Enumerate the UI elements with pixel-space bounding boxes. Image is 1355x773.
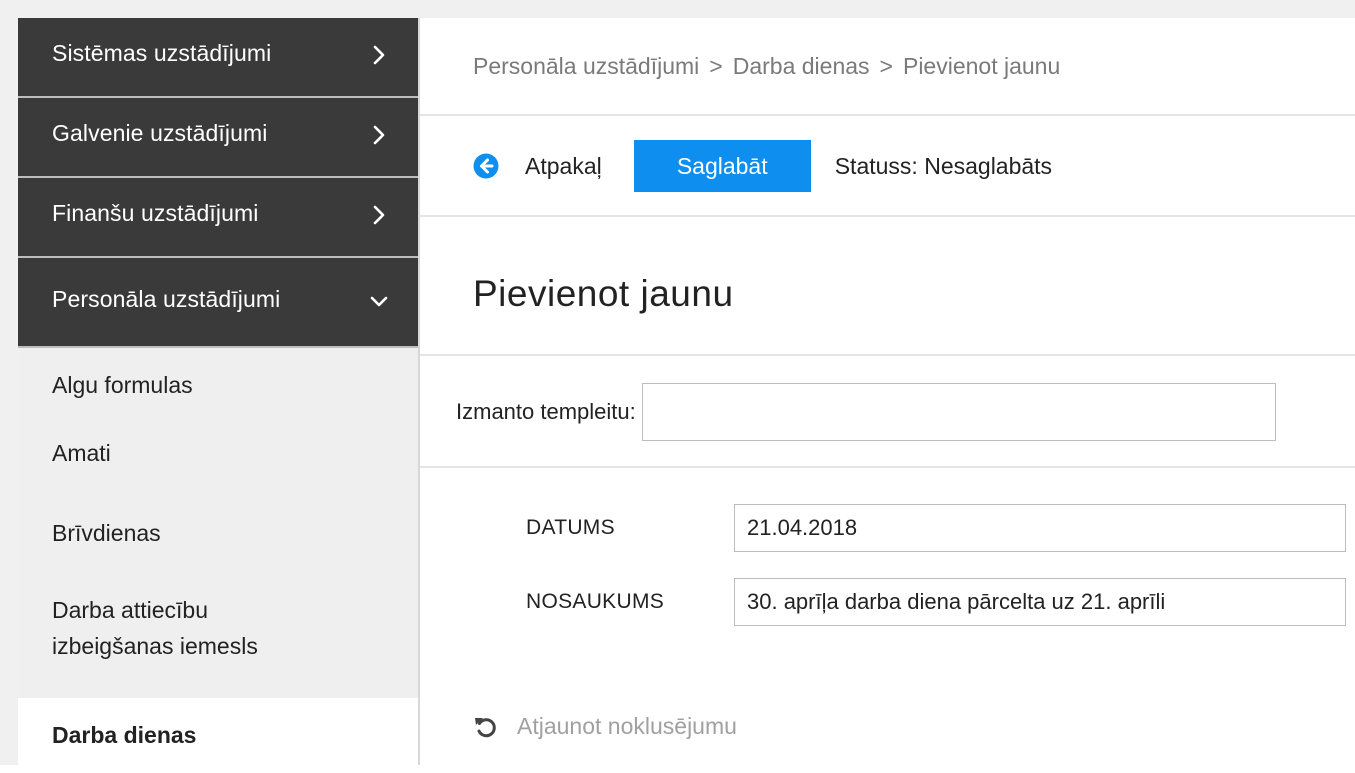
- sidebar-item-label: Darba attiecību izbeigšanas iemesls: [52, 597, 258, 659]
- breadcrumb-item-working-days[interactable]: Darba dienas: [733, 53, 870, 79]
- main-content: Personāla uzstādījumi > Darba dienas > Pievi…: [420, 18, 1355, 765]
- breadcrumb-separator: >: [879, 53, 893, 79]
- field-row-name: NOSAUKUMS: [526, 578, 1346, 626]
- sidebar-item-positions[interactable]: Amati: [18, 428, 418, 508]
- sidebar-item-termination-reasons[interactable]: Darba attiecību izbeigšanas iemesls: [18, 588, 418, 698]
- template-row: Izmanto templeitu:: [456, 383, 1276, 441]
- sidebar-item-holidays[interactable]: Brīvdienas: [18, 508, 418, 588]
- date-field[interactable]: [734, 504, 1346, 552]
- sidebar-group-label: Sistēmas uzstādījumi: [52, 40, 272, 66]
- template-label: Izmanto templeitu:: [456, 399, 636, 424]
- template-input[interactable]: [641, 383, 1276, 441]
- sidebar-item-label: Brīvdienas: [52, 520, 161, 546]
- sidebar-item-label: Amati: [52, 440, 111, 466]
- sidebar-group-label: Galvenie uzstādījumi: [52, 120, 268, 146]
- divider: [420, 114, 1355, 116]
- divider: [420, 215, 1355, 217]
- undo-icon: [475, 717, 496, 737]
- sidebar: Sistēmas uzstādījumi Galvenie uzstādījum…: [18, 18, 420, 773]
- breadcrumb-item-personnel-settings[interactable]: Personāla uzstādījumi: [473, 53, 699, 79]
- date-label: DATUMS: [526, 516, 615, 539]
- page-title: Pievienot jaunu: [473, 273, 734, 314]
- divider: [420, 354, 1355, 356]
- breadcrumb-separator: >: [709, 53, 723, 79]
- breadcrumb-item-add-new: Pievienot jaunu: [902, 53, 1061, 79]
- status-text: Statuss: Nesaglabāts: [834, 152, 1053, 179]
- arrow-left-circle-icon[interactable]: [473, 153, 499, 179]
- save-button[interactable]: Saglabāt: [633, 140, 811, 192]
- toolbar: Atpakaļ Saglabāt Statuss: Nesaglabāts: [473, 140, 1052, 192]
- reset-defaults-button[interactable]: Atjaunot noklusējumu: [473, 713, 737, 740]
- app-window: Sistēmas uzstādījumi Galvenie uzstādījum…: [0, 0, 1355, 773]
- sidebar-item-salary-formulas[interactable]: Algu formulas: [18, 348, 418, 428]
- field-row-date: DATUMS: [526, 504, 1346, 552]
- name-field[interactable]: [734, 578, 1346, 626]
- reset-defaults-label: Atjaunot noklusējumu: [517, 713, 737, 739]
- breadcrumb: Personāla uzstādījumi > Darba dienas > Pievi…: [473, 53, 1060, 80]
- top-border: [0, 0, 1355, 18]
- sidebar-group-label: Finanšu uzstādījumi: [52, 200, 259, 226]
- chevron-down-icon: [370, 296, 388, 307]
- chevron-right-icon: [373, 45, 385, 65]
- sidebar-group-main-settings[interactable]: Galvenie uzstādījumi: [18, 98, 418, 178]
- sidebar-group-personnel-settings[interactable]: Personāla uzstādījumi: [18, 258, 418, 348]
- divider: [420, 466, 1355, 468]
- left-border: [0, 0, 18, 765]
- sidebar-group-label: Personāla uzstādījumi: [52, 286, 281, 312]
- sidebar-item-label: Darba dienas: [52, 722, 197, 748]
- sidebar-group-finance-settings[interactable]: Finanšu uzstādījumi: [18, 178, 418, 258]
- sidebar-item-label: Algu formulas: [52, 372, 193, 398]
- chevron-right-icon: [373, 205, 385, 225]
- sidebar-group-system-settings[interactable]: Sistēmas uzstādījumi: [18, 18, 418, 98]
- sidebar-item-working-days[interactable]: Darba dienas: [18, 698, 418, 773]
- name-label: NOSAUKUMS: [526, 590, 665, 613]
- back-button[interactable]: Atpakaļ: [525, 153, 602, 180]
- chevron-right-icon: [373, 125, 385, 145]
